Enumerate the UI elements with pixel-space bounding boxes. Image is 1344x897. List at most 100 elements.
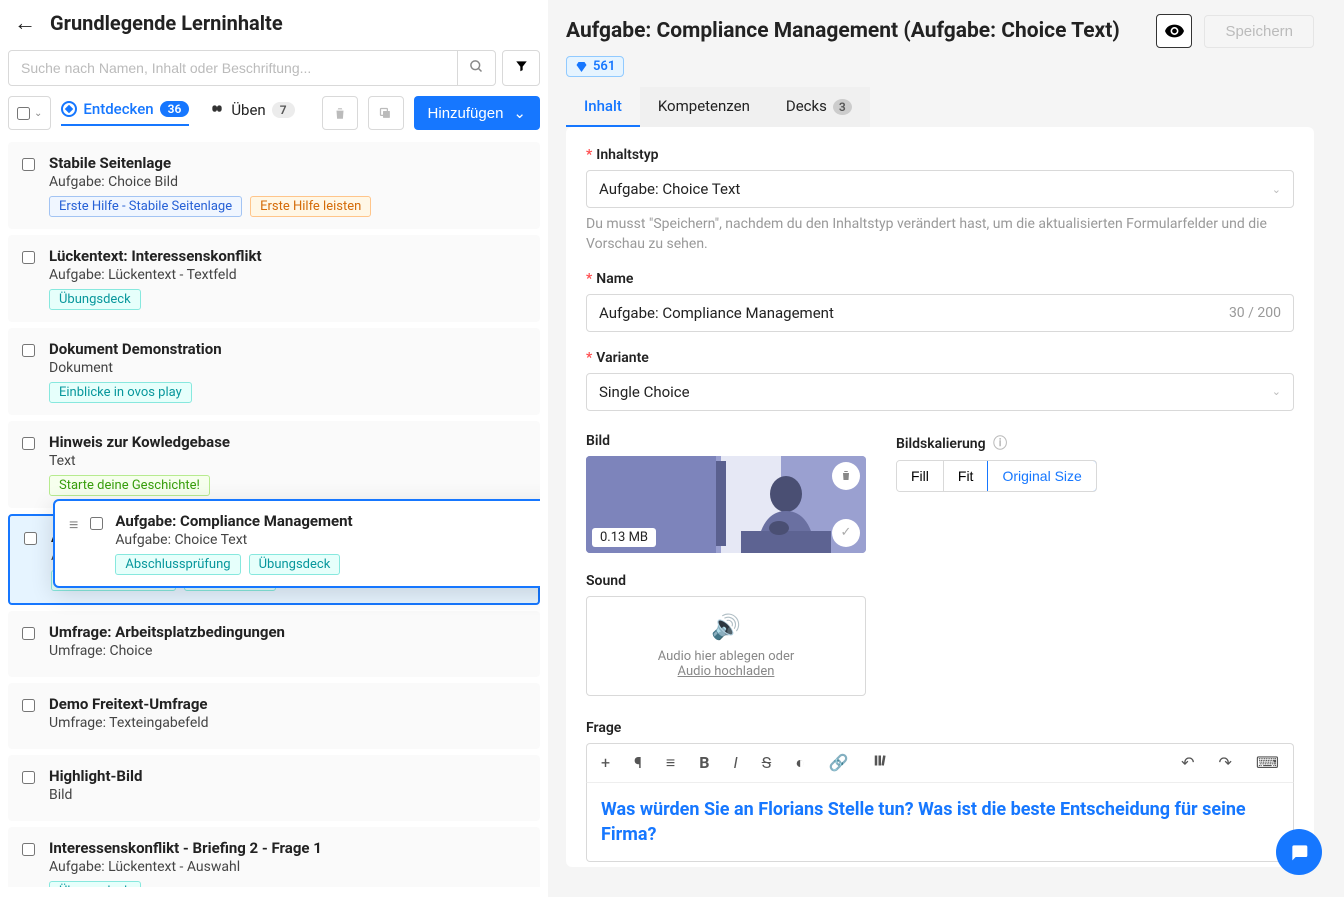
back-arrow-icon[interactable]: ← [14, 10, 36, 36]
list-item[interactable]: Stabile SeitenlageAufgabe: Choice BildEr… [8, 142, 540, 229]
redo-icon[interactable]: ↷ [1219, 753, 1232, 772]
left-panel: ← Grundlegende Lerninhalte ⌄ Entdecken [0, 0, 548, 897]
item-checkbox[interactable] [22, 437, 35, 450]
list-item[interactable]: Dokument DemonstrationDokumentEinblicke … [8, 328, 540, 415]
tab-decks[interactable]: Decks3 [768, 87, 870, 127]
filter-icon[interactable] [502, 50, 540, 86]
align-icon[interactable]: ≡ [666, 753, 675, 773]
tab-inhalt[interactable]: Inhalt [566, 87, 640, 127]
save-button[interactable]: Speichern [1204, 15, 1314, 48]
library-icon[interactable] [873, 753, 889, 772]
add-button[interactable]: Hinzufügen ⌄ [414, 96, 540, 130]
brain-icon [209, 103, 225, 117]
item-subtitle: Aufgabe: Lückentext - Auswahl [49, 859, 526, 875]
form-card: *Inhaltstyp Aufgabe: Choice Text⌄ Du mus… [566, 127, 1314, 867]
drag-checkbox[interactable] [90, 517, 103, 530]
item-title: Hinweis zur Kowledgebase [49, 433, 526, 451]
strikethrough-icon[interactable]: S [762, 753, 772, 772]
list-item[interactable]: Demo Freitext-UmfrageUmfrage: Texteingab… [8, 683, 540, 749]
undo-icon[interactable]: ↶ [1181, 753, 1194, 772]
chevron-down-icon: ⌄ [1272, 385, 1281, 398]
sound-upload-box[interactable]: 🔊 Audio hier ablegen oderAudio hochladen [586, 596, 866, 696]
item-checkbox[interactable] [22, 344, 35, 357]
drag-title: Aufgabe: Compliance Management [115, 512, 540, 530]
sound-upload-link[interactable]: Audio hochladen [678, 664, 775, 679]
item-checkbox[interactable] [22, 771, 35, 784]
tag: Erste Hilfe - Stabile Seitenlage [49, 196, 242, 217]
preview-icon[interactable] [1156, 14, 1192, 48]
item-title: Umfrage: Arbeitsplatzbedingungen [49, 623, 526, 641]
gem-badge: 561 [566, 56, 624, 77]
bold-icon[interactable]: B [699, 753, 709, 772]
tag: Starte deine Geschichte! [49, 475, 210, 496]
select-all-checkbox[interactable]: ⌄ [8, 96, 51, 130]
chat-bubble-icon[interactable] [1276, 829, 1322, 875]
sound-icon: 🔊 [603, 613, 849, 641]
item-title: Highlight-Bild [49, 767, 526, 785]
name-counter: 30 / 200 [1229, 305, 1281, 321]
list-item[interactable]: Hinweis zur Kowledgebase Text Starte deine… [8, 421, 540, 508]
tab-kompetenzen[interactable]: Kompetenzen [640, 87, 768, 127]
compass-icon [61, 101, 77, 117]
label-inhaltstyp: Inhaltstyp [596, 147, 658, 163]
delete-icon[interactable] [322, 96, 358, 130]
image-preview[interactable]: 0.13 MB ✓ [586, 456, 866, 553]
item-checkbox[interactable] [22, 158, 35, 171]
ink-icon[interactable]: ◐ [795, 753, 805, 773]
search-input[interactable] [9, 51, 457, 85]
label-frage: Frage [586, 720, 1294, 736]
item-checkbox[interactable] [22, 699, 35, 712]
detail-title: Aufgabe: Compliance Management (Aufgabe:… [566, 19, 1144, 43]
help-icon[interactable]: ⓘ [993, 436, 1007, 452]
tag: Erste Hilfe leisten [250, 196, 371, 217]
item-checkbox[interactable] [22, 843, 35, 856]
chevron-down-icon: ⌄ [1272, 183, 1281, 196]
editor-toolbar: + ¶ ≡ B I S ◐ 🔗 ↶ ↷ ⌨ [586, 743, 1294, 782]
item-subtitle: Dokument [49, 360, 526, 376]
page-title: Grundlegende Lerninhalte [50, 11, 283, 35]
right-panel: Aufgabe: Compliance Management (Aufgabe:… [548, 0, 1344, 897]
drag-subtitle: Aufgabe: Choice Text [115, 532, 540, 548]
tag: Einblicke in ovos play [49, 382, 192, 403]
item-title: Interessenskonflikt - Briefing 2 - Frage… [49, 839, 526, 857]
item-title: Lückentext: Interessenskonflikt [49, 247, 526, 265]
item-subtitle: Umfrage: Choice [49, 643, 526, 659]
delete-image-icon[interactable] [832, 462, 860, 490]
link-icon[interactable]: 🔗 [829, 753, 849, 772]
label-bild: Bild [586, 433, 866, 449]
item-title: Stabile Seitenlage [49, 154, 526, 172]
item-checkbox[interactable] [22, 627, 35, 640]
scale-fill-button[interactable]: Fill [897, 461, 944, 491]
item-checkbox[interactable] [24, 532, 37, 545]
list-item[interactable]: Interessenskonflikt - Briefing 2 - Frage… [8, 827, 540, 887]
scale-original-button[interactable]: Original Size [987, 460, 1096, 492]
item-checkbox[interactable] [22, 251, 35, 264]
item-subtitle: Text [49, 453, 526, 469]
tab-ueben[interactable]: Üben 7 [209, 101, 294, 125]
tag: Übungsdeck [49, 881, 141, 887]
label-name: Name [596, 271, 633, 287]
input-name[interactable]: Aufgabe: Compliance Management 30 / 200 [586, 294, 1294, 332]
chevron-down-icon: ⌄ [513, 104, 526, 122]
gem-icon [575, 61, 588, 73]
drag-handle-icon[interactable]: ≡ [69, 515, 78, 535]
drag-preview-card[interactable]: ≡ Aufgabe: Compliance Management Aufgabe… [53, 499, 540, 588]
plus-icon[interactable]: + [601, 753, 610, 772]
label-variante: Variante [596, 350, 649, 366]
search-icon[interactable] [457, 51, 495, 85]
list-item[interactable]: Lückentext: Interessenskonflikt Aufgabe: … [8, 235, 540, 322]
image-ok-icon: ✓ [832, 519, 860, 547]
select-variante[interactable]: Single Choice⌄ [586, 373, 1294, 411]
tab-entdecken[interactable]: Entdecken 36 [61, 100, 189, 126]
keyboard-icon[interactable]: ⌨ [1256, 753, 1279, 772]
editor-body[interactable]: Was würden Sie an Florians Stelle tun? W… [586, 782, 1294, 862]
item-subtitle: Aufgabe: Lückentext - Textfeld [49, 267, 526, 283]
list-item[interactable]: Highlight-BildBild [8, 755, 540, 821]
select-inhaltstyp[interactable]: Aufgabe: Choice Text⌄ [586, 170, 1294, 208]
copy-icon[interactable] [368, 96, 404, 130]
italic-icon[interactable]: I [733, 753, 737, 772]
paragraph-icon[interactable]: ¶ [634, 753, 642, 772]
item-subtitle: Umfrage: Texteingabefeld [49, 715, 526, 731]
scale-fit-button[interactable]: Fit [944, 461, 989, 491]
list-item[interactable]: Umfrage: Arbeitsplatzbedingungen Umfrage:… [8, 611, 540, 677]
